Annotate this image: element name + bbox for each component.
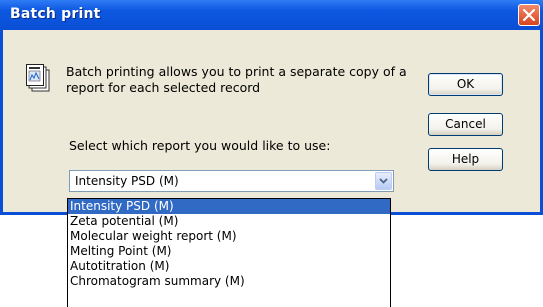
report-document-icon <box>26 64 52 98</box>
title-bar[interactable]: Batch print <box>0 0 543 30</box>
list-item[interactable]: Molecular weight report (M) <box>68 229 390 244</box>
ok-button[interactable]: OK <box>428 73 503 96</box>
cancel-button[interactable]: Cancel <box>428 113 503 136</box>
report-dropdown-list[interactable]: Intensity PSD (M) Zeta potential (M) Mol… <box>67 198 391 307</box>
close-button[interactable] <box>518 4 540 26</box>
list-item[interactable]: Melting Point (M) <box>68 244 390 259</box>
dialog-body: Batch printing allows you to print a sep… <box>3 30 540 212</box>
list-item[interactable]: Intensity PSD (M) <box>68 199 390 214</box>
description-text: Batch printing allows you to print a sep… <box>66 64 407 95</box>
list-item[interactable]: Zeta potential (M) <box>68 214 390 229</box>
report-select-label: Select which report you would like to us… <box>69 138 331 153</box>
chevron-down-icon <box>379 178 388 184</box>
close-icon <box>523 9 535 21</box>
list-item[interactable]: Chromatogram summary (M) <box>68 274 390 289</box>
dialog-title: Batch print <box>10 6 101 22</box>
report-combobox[interactable]: Intensity PSD (M) <box>69 170 394 192</box>
batch-print-dialog: Batch print Batch printing allows you to… <box>0 0 543 215</box>
report-combobox-value: Intensity PSD (M) <box>75 174 179 188</box>
help-button[interactable]: Help <box>428 148 503 171</box>
list-item[interactable]: Autotitration (M) <box>68 259 390 274</box>
combobox-dropdown-button[interactable] <box>375 172 392 190</box>
